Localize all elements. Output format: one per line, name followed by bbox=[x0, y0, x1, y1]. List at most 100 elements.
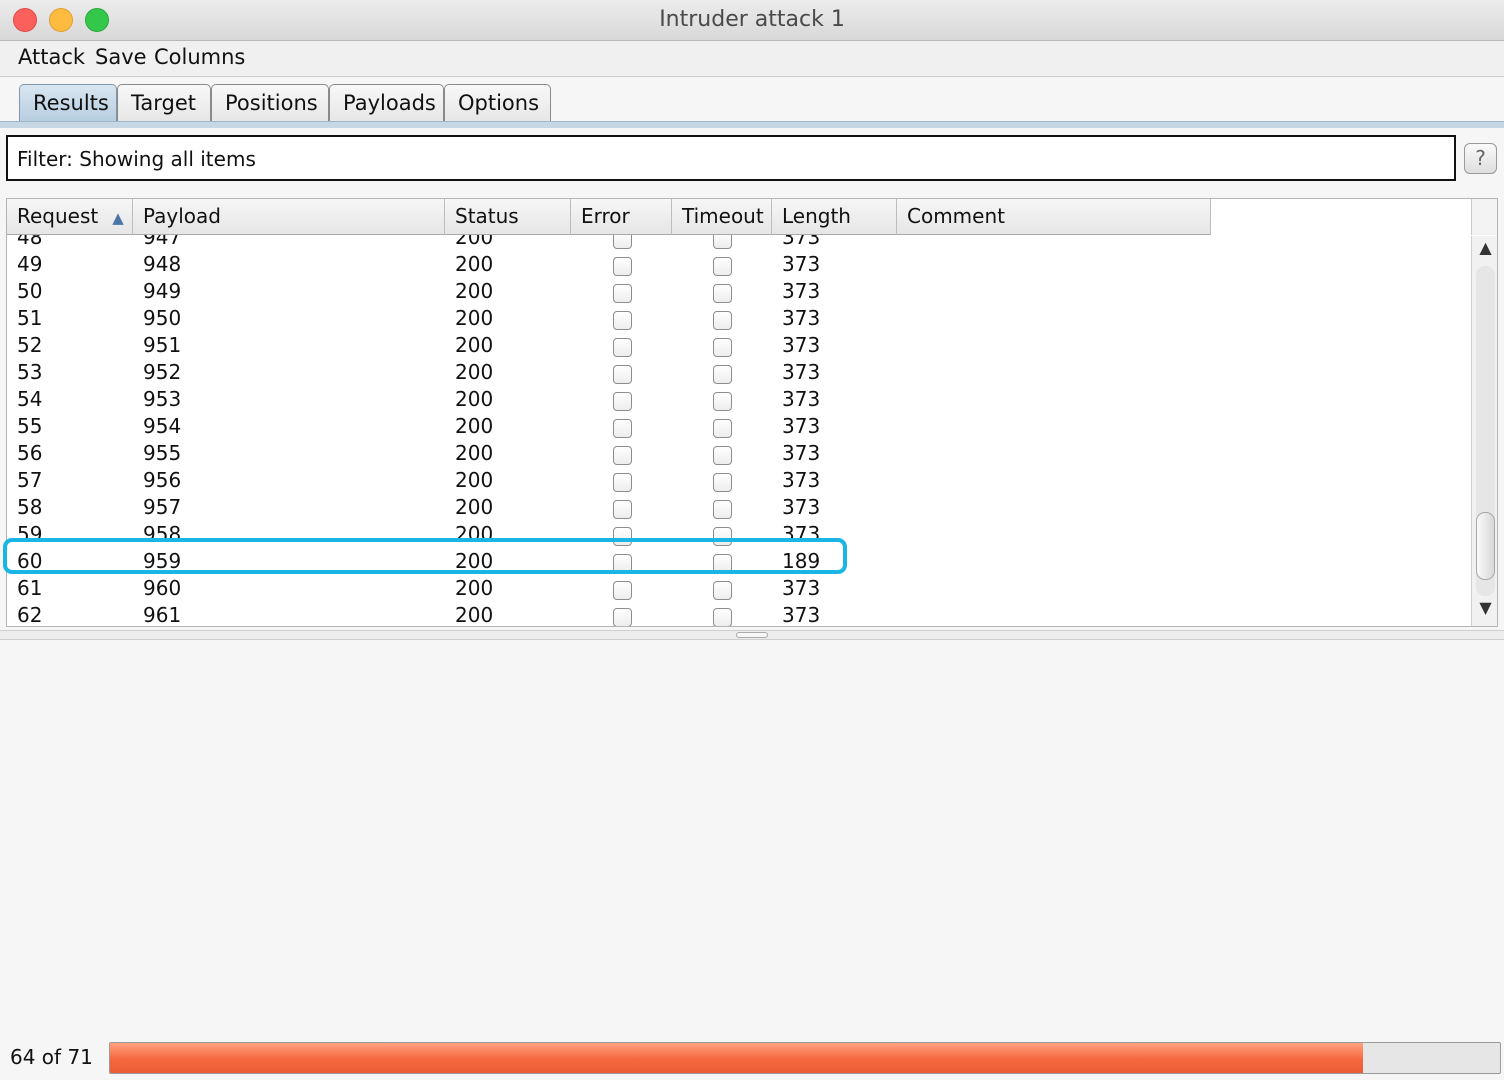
status-bar: 64 of 71 bbox=[0, 1036, 1504, 1080]
column-header-status[interactable]: Status bbox=[445, 199, 571, 235]
cell-length: 373 bbox=[782, 279, 821, 303]
menu-save[interactable]: Save bbox=[95, 45, 147, 69]
cell-payload: 960 bbox=[143, 576, 182, 600]
column-header-error[interactable]: Error bbox=[571, 199, 672, 235]
column-header-request[interactable]: Request ▲ bbox=[7, 199, 133, 235]
column-header-payload[interactable]: Payload bbox=[133, 199, 445, 235]
table-row[interactable]: 51 950 200 373 bbox=[7, 306, 1211, 333]
cell-payload: 954 bbox=[143, 414, 182, 438]
table-header: Request ▲ Payload Status Error Timeout Le… bbox=[7, 199, 1211, 235]
table-row[interactable]: 52 951 200 373 bbox=[7, 333, 1211, 360]
table-row[interactable]: 54 953 200 373 bbox=[7, 387, 1211, 414]
cell-payload: 956 bbox=[143, 468, 182, 492]
progress-label: 64 of 71 bbox=[10, 1045, 93, 1069]
cell-request: 55 bbox=[17, 414, 43, 438]
cell-request: 58 bbox=[17, 495, 43, 519]
cell-payload: 961 bbox=[143, 603, 182, 627]
column-header-timeout[interactable]: Timeout bbox=[672, 199, 772, 235]
error-checkbox bbox=[613, 365, 632, 384]
progress-bar bbox=[109, 1042, 1501, 1074]
error-checkbox bbox=[613, 419, 632, 438]
cell-request: 56 bbox=[17, 441, 43, 465]
tab-target[interactable]: Target bbox=[117, 84, 211, 122]
table-row[interactable]: 53 952 200 373 bbox=[7, 360, 1211, 387]
tab-positions[interactable]: Positions bbox=[211, 84, 329, 122]
results-table: Request ▲ Payload Status Error Timeout Le… bbox=[6, 198, 1498, 627]
cell-status: 200 bbox=[455, 360, 494, 384]
error-checkbox bbox=[613, 311, 632, 330]
error-checkbox bbox=[613, 257, 632, 276]
timeout-checkbox bbox=[713, 554, 732, 573]
cell-payload: 952 bbox=[143, 360, 182, 384]
cell-payload: 957 bbox=[143, 495, 182, 519]
cell-status: 200 bbox=[455, 522, 494, 546]
table-row[interactable]: 48 947 200 373 bbox=[7, 235, 1211, 252]
table-row[interactable]: 58 957 200 373 bbox=[7, 495, 1211, 522]
table-corner bbox=[1471, 199, 1497, 235]
cell-payload: 953 bbox=[143, 387, 182, 411]
window-title: Intruder attack 1 bbox=[659, 7, 845, 32]
cell-length: 373 bbox=[782, 252, 821, 276]
timeout-checkbox bbox=[713, 338, 732, 357]
cell-status: 200 bbox=[455, 414, 494, 438]
table-row-highlighted[interactable]: 60 959 200 189 bbox=[7, 549, 1211, 576]
progress-fill bbox=[110, 1043, 1363, 1073]
cell-payload: 948 bbox=[143, 252, 182, 276]
cell-request: 51 bbox=[17, 306, 43, 330]
help-button[interactable]: ? bbox=[1464, 143, 1497, 174]
error-checkbox bbox=[613, 554, 632, 573]
cell-status: 200 bbox=[455, 549, 494, 573]
table-row[interactable]: 62 961 200 373 bbox=[7, 603, 1211, 627]
tab-options[interactable]: Options bbox=[444, 84, 551, 122]
cell-length: 373 bbox=[782, 495, 821, 519]
cell-status: 200 bbox=[455, 603, 494, 627]
timeout-checkbox bbox=[713, 446, 732, 465]
menu-attack[interactable]: Attack bbox=[18, 45, 85, 69]
table-row[interactable]: 59 958 200 373 bbox=[7, 522, 1211, 549]
title-bar: Intruder attack 1 bbox=[0, 0, 1504, 41]
cell-length: 373 bbox=[782, 306, 821, 330]
table-row[interactable]: 55 954 200 373 bbox=[7, 414, 1211, 441]
cell-request: 57 bbox=[17, 468, 43, 492]
table-row[interactable]: 57 956 200 373 bbox=[7, 468, 1211, 495]
cell-length: 373 bbox=[782, 441, 821, 465]
error-checkbox bbox=[613, 338, 632, 357]
pane-splitter[interactable] bbox=[0, 630, 1504, 640]
detail-pane bbox=[0, 640, 1504, 1036]
timeout-checkbox bbox=[713, 235, 732, 249]
cell-length: 373 bbox=[782, 522, 821, 546]
cell-length: 373 bbox=[782, 468, 821, 492]
cell-length: 373 bbox=[782, 414, 821, 438]
tab-results[interactable]: Results bbox=[19, 84, 117, 122]
table-row[interactable]: 49 948 200 373 bbox=[7, 252, 1211, 279]
timeout-checkbox bbox=[713, 581, 732, 600]
cell-length: 373 bbox=[782, 603, 821, 627]
filter-bar[interactable]: Filter: Showing all items bbox=[6, 135, 1456, 181]
table-row[interactable]: 50 949 200 373 bbox=[7, 279, 1211, 306]
cell-status: 200 bbox=[455, 495, 494, 519]
cell-length: 373 bbox=[782, 360, 821, 384]
scroll-up-icon[interactable]: ▲ bbox=[1472, 238, 1497, 265]
table-row[interactable]: 61 960 200 373 bbox=[7, 576, 1211, 603]
column-header-comment[interactable]: Comment bbox=[897, 199, 1211, 235]
menu-bar: Attack Save Columns bbox=[0, 41, 1504, 77]
timeout-checkbox bbox=[713, 473, 732, 492]
cell-payload: 955 bbox=[143, 441, 182, 465]
cell-request: 49 bbox=[17, 252, 43, 276]
scrollbar-thumb[interactable] bbox=[1476, 512, 1495, 580]
column-header-length[interactable]: Length bbox=[772, 199, 897, 235]
tab-payloads[interactable]: Payloads bbox=[329, 84, 444, 122]
cell-request: 59 bbox=[17, 522, 43, 546]
cell-status: 200 bbox=[455, 576, 494, 600]
scroll-down-icon[interactable]: ▼ bbox=[1472, 598, 1497, 625]
cell-status: 200 bbox=[455, 441, 494, 465]
table-row[interactable]: 56 955 200 373 bbox=[7, 441, 1211, 468]
cell-length: 373 bbox=[782, 235, 821, 249]
cell-status: 200 bbox=[455, 252, 494, 276]
splitter-grip-icon[interactable] bbox=[736, 632, 768, 638]
vertical-scrollbar[interactable]: ▲ ▼ bbox=[1471, 236, 1497, 626]
menu-columns[interactable]: Columns bbox=[154, 45, 245, 69]
cell-request: 48 bbox=[17, 235, 43, 249]
error-checkbox bbox=[613, 284, 632, 303]
cell-payload: 950 bbox=[143, 306, 182, 330]
